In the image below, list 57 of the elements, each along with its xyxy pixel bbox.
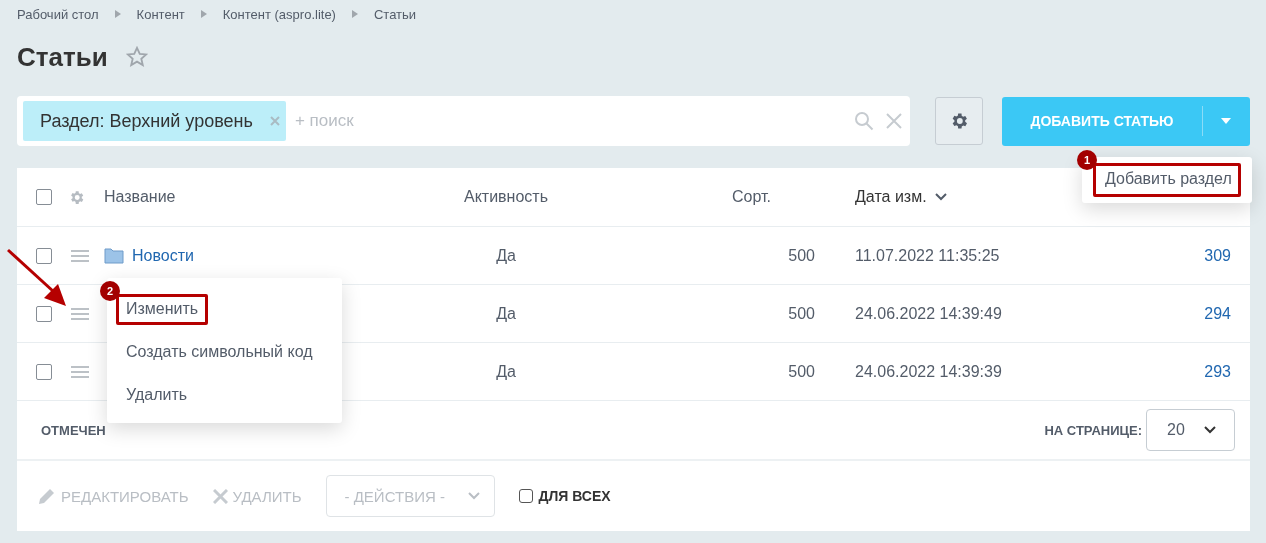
breadcrumb-link[interactable]: Рабочий стол: [17, 6, 99, 22]
cross-icon: [212, 488, 228, 504]
select-all-checkbox[interactable]: [36, 189, 52, 205]
table-cell: 500: [788, 362, 815, 381]
column-header[interactable]: Активность: [464, 188, 548, 206]
search-field[interactable]: Раздел: Верхний уровень + поиск: [17, 96, 910, 146]
row-checkbox[interactable]: [36, 247, 52, 264]
close-icon[interactable]: [886, 113, 902, 129]
breadcrumb-separator-icon: [351, 10, 358, 18]
section-link[interactable]: Новости: [132, 246, 194, 265]
menu-item[interactable]: Создать символьный код: [116, 337, 323, 368]
table-cell: Да: [496, 304, 516, 323]
close-icon[interactable]: [269, 116, 280, 126]
menu-item[interactable]: Удалить: [116, 380, 198, 411]
table-cell: Да: [496, 246, 516, 265]
breadcrumb-link[interactable]: Статьи: [373, 6, 417, 22]
page-title: Статьи: [17, 41, 108, 73]
selected-count-label: ОТМЕЧЕН: [41, 422, 106, 438]
breadcrumb-separator-icon: [200, 10, 207, 18]
star-icon[interactable]: [125, 46, 148, 68]
breadcrumb-separator-icon: [114, 10, 121, 18]
menu-item[interactable]: Добавить раздел: [1093, 163, 1241, 197]
caret-icon: [1220, 118, 1231, 124]
per-page-label: НА СТРАНИЦЕ:: [1044, 422, 1142, 438]
column-header[interactable]: Сорт.: [732, 188, 771, 206]
step-badge: 1: [1077, 150, 1097, 170]
chevron-down-icon: [1204, 426, 1216, 434]
hamburger-icon[interactable]: [71, 249, 89, 262]
per-page-select[interactable]: 20: [1146, 409, 1235, 451]
id-link[interactable]: 294: [1204, 304, 1231, 323]
id-link[interactable]: 293: [1204, 362, 1231, 381]
chevron-down-icon: [934, 193, 947, 201]
for-all-checkbox[interactable]: ДЛЯ ВСЕХ: [518, 488, 611, 504]
row-checkbox[interactable]: [36, 305, 52, 322]
table-cell: 24.06.2022 14:39:39: [855, 362, 1002, 381]
table-cell: 24.06.2022 14:39:49: [855, 304, 1002, 323]
gear-icon[interactable]: [68, 188, 85, 206]
table-cell: 500: [788, 304, 815, 323]
pencil-icon: [38, 487, 56, 505]
chevron-down-icon: [467, 492, 480, 500]
table-cell: Да: [496, 362, 516, 381]
settings-button[interactable]: [935, 97, 983, 145]
breadcrumb-link[interactable]: Контент: [136, 6, 185, 22]
id-link[interactable]: 309: [1204, 246, 1231, 265]
table-cell: 11.07.2022 11:35:25: [855, 246, 1000, 265]
pointer-arrow: [6, 248, 68, 308]
table-cell: 500: [788, 246, 815, 265]
hamburger-icon[interactable]: [71, 307, 89, 320]
row-checkbox[interactable]: [36, 363, 52, 380]
hamburger-icon[interactable]: [71, 365, 89, 378]
filter-chip[interactable]: Раздел: Верхний уровень: [23, 101, 286, 141]
search-icon[interactable]: [854, 111, 874, 131]
breadcrumb-link[interactable]: Контент (aspro.lite): [222, 6, 336, 22]
column-header[interactable]: Дата изм.: [855, 188, 947, 206]
menu-item[interactable]: Изменить: [116, 294, 209, 325]
column-header[interactable]: Название: [104, 188, 176, 206]
folder-icon: [104, 247, 124, 264]
